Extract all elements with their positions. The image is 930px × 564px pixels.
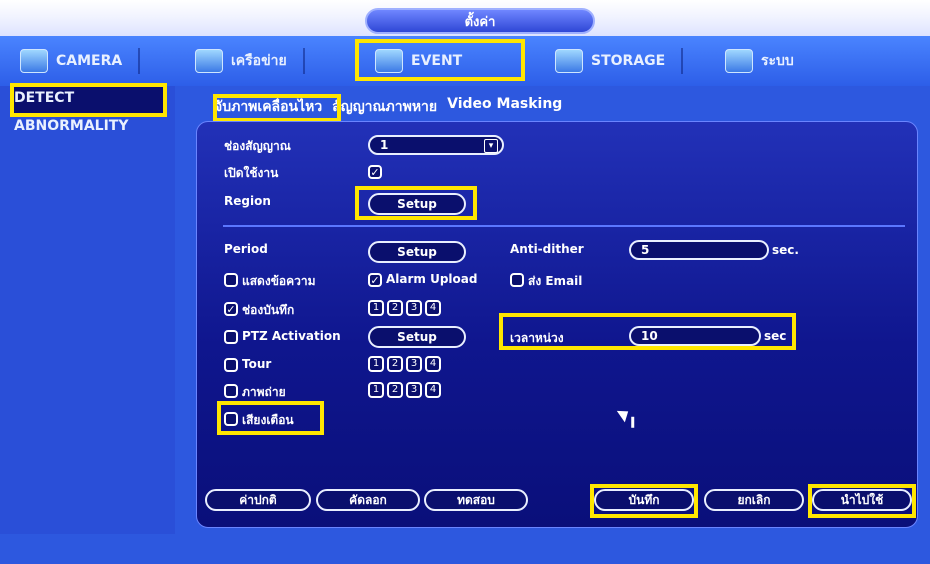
storage-icon: [555, 49, 583, 73]
tour-label: Tour: [242, 357, 272, 371]
tour-channel-group: 1 2 3 4: [368, 356, 441, 372]
period-label: Period: [224, 242, 268, 256]
page-title: ตั้งค่า: [365, 8, 595, 34]
anti-dither-value: 5: [641, 243, 650, 257]
subtab-video-loss[interactable]: สัญญาณภาพหาย: [332, 96, 437, 118]
delay-highlight: [499, 313, 796, 350]
tab-divider: [302, 48, 305, 74]
snapshot-channel-3[interactable]: 3: [406, 382, 422, 398]
send-email-checkbox[interactable]: [510, 273, 524, 287]
alarm-upload-checkbox[interactable]: ✓: [368, 273, 382, 287]
record-channel-1[interactable]: 1: [368, 300, 384, 316]
tab-camera[interactable]: CAMERA: [20, 42, 141, 80]
send-email-label: ส่ง Email: [528, 274, 583, 288]
snapshot-label: ภาพถ่าย: [242, 385, 286, 399]
anti-dither-unit: sec.: [772, 243, 799, 257]
section-divider: [223, 225, 905, 227]
snapshot-channel-group: 1 2 3 4: [368, 382, 441, 398]
record-channel-3[interactable]: 3: [406, 300, 422, 316]
ptz-setup-button[interactable]: Setup: [368, 326, 466, 348]
event-tab-highlight: [355, 39, 525, 81]
chevron-down-icon: ▾: [484, 139, 498, 153]
copy-button[interactable]: คัดลอก: [316, 489, 420, 511]
channel-label: ช่องสัญญาณ: [224, 139, 291, 153]
region-label: Region: [224, 194, 271, 208]
alarm-upload-label: Alarm Upload: [386, 272, 478, 286]
period-setup-button[interactable]: Setup: [368, 241, 466, 263]
left-nav-abnormality[interactable]: ABNORMALITY: [14, 118, 129, 134]
show-message-checkbox[interactable]: [224, 273, 238, 287]
record-label: ช่องบันทึก: [242, 303, 295, 317]
region-setup-highlight: [355, 186, 477, 220]
test-button[interactable]: ทดสอบ: [424, 489, 528, 511]
tour-channel-1[interactable]: 1: [368, 356, 384, 372]
top-header: ตั้งค่า: [0, 0, 930, 36]
enable-label: เปิดใช้งาน: [224, 166, 279, 180]
snapshot-channel-1[interactable]: 1: [368, 382, 384, 398]
cancel-button[interactable]: ยกเลิก: [704, 489, 804, 511]
tab-label: CAMERA: [56, 53, 123, 69]
tour-checkbox[interactable]: [224, 358, 238, 372]
snapshot-checkbox[interactable]: [224, 384, 238, 398]
detect-highlight: [10, 83, 167, 117]
ptz-label: PTZ Activation: [242, 329, 341, 343]
tour-channel-3[interactable]: 3: [406, 356, 422, 372]
tab-divider: [681, 48, 684, 74]
snapshot-channel-2[interactable]: 2: [387, 382, 403, 398]
default-button[interactable]: ค่าปกติ: [205, 489, 311, 511]
camera-icon: [20, 49, 48, 73]
enable-checkbox[interactable]: ✓: [368, 165, 382, 179]
motion-subtab-highlight: [213, 94, 341, 122]
tab-label: เครือข่าย: [231, 53, 287, 69]
tab-system[interactable]: ระบบ: [725, 42, 794, 80]
bottom-footer: [0, 534, 930, 564]
subtab-video-masking[interactable]: Video Masking: [447, 96, 562, 118]
apply-highlight: [808, 484, 916, 518]
save-highlight: [590, 484, 698, 518]
channel-value: 1: [380, 138, 389, 152]
snapshot-channel-4[interactable]: 4: [425, 382, 441, 398]
tab-divider: [138, 48, 141, 74]
tour-channel-2[interactable]: 2: [387, 356, 403, 372]
tour-channel-4[interactable]: 4: [425, 356, 441, 372]
buzzer-highlight: [217, 401, 324, 435]
show-message-label: แสดงข้อความ: [242, 274, 316, 288]
record-channel-2[interactable]: 2: [387, 300, 403, 316]
ptz-checkbox[interactable]: [224, 330, 238, 344]
system-icon: [725, 49, 753, 73]
tab-network[interactable]: เครือข่าย: [195, 42, 305, 80]
record-channel-group: 1 2 3 4: [368, 300, 441, 316]
left-nav-panel: [0, 86, 175, 534]
record-channel-4[interactable]: 4: [425, 300, 441, 316]
anti-dither-input[interactable]: 5: [629, 240, 769, 260]
channel-select[interactable]: 1 ▾: [368, 135, 504, 155]
record-checkbox[interactable]: ✓: [224, 302, 238, 316]
anti-dither-label: Anti-dither: [510, 242, 584, 256]
tab-label: STORAGE: [591, 53, 666, 69]
network-icon: [195, 49, 223, 73]
tab-storage[interactable]: STORAGE: [555, 42, 684, 80]
tab-label: ระบบ: [761, 53, 794, 69]
